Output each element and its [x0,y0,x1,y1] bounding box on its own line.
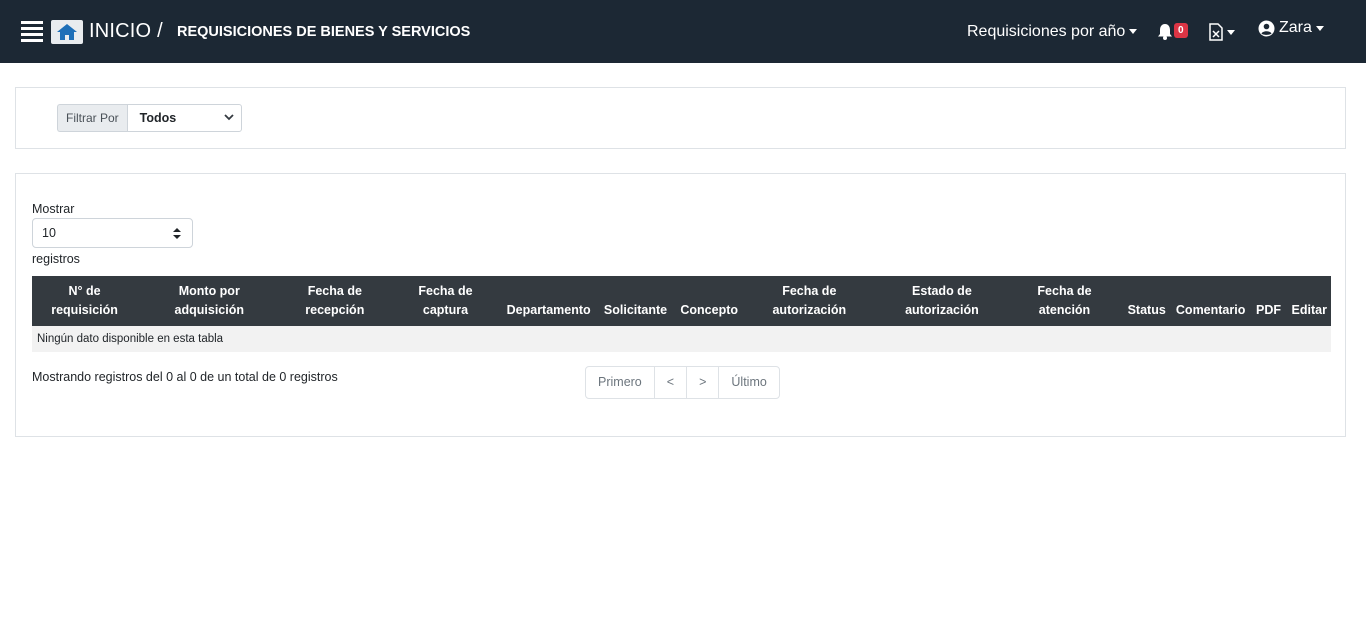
sort-updown-icon [173,228,181,239]
column-header[interactable]: PDF [1249,276,1288,326]
column-header[interactable]: Fecha de autorización [742,276,877,326]
column-header[interactable]: Solicitante [594,276,677,326]
column-header[interactable]: N° de requisición [32,276,138,326]
show-label: Mostrar [32,202,75,216]
requisitions-table: N° de requisición Monto por adquisición Fe… [32,276,1331,352]
chevron-down-icon [1227,29,1235,35]
chevron-down-icon [1129,29,1138,35]
bell-icon[interactable] [1157,23,1173,45]
first-page-button[interactable]: Primero [585,366,655,399]
pagination: Primero < > Último [585,366,780,399]
filter-select[interactable]: Todos [126,104,242,132]
chevron-down-icon [1315,25,1324,31]
column-header[interactable]: Fecha de atención [1007,276,1122,326]
records-label: registros [32,252,80,266]
column-header[interactable]: Editar [1287,276,1331,326]
column-header[interactable]: Concepto [676,276,743,326]
year-menu-label: Requisiciones por año [967,23,1126,40]
top-navbar: INICIO / REQUISICIONES DE BIENES Y SERVI… [0,0,1366,63]
filter-card: Filtrar Por Todos [15,87,1346,149]
table-info: Mostrando registros del 0 al 0 de un tot… [32,370,338,384]
year-menu-dropdown[interactable]: Requisiciones por año [967,23,1138,41]
column-header[interactable]: Fecha de captura [388,276,503,326]
column-header[interactable]: Fecha de recepción [281,276,389,326]
table-card: Mostrar 10 registros N° de requisición Mo… [15,173,1346,437]
column-header[interactable]: Departamento [502,276,595,326]
last-page-button[interactable]: Último [718,366,780,399]
user-name: Zara [1279,19,1312,36]
home-breadcrumb-link[interactable]: INICIO / [89,20,163,43]
empty-table-message: Ningún dato disponible en esta tabla [32,326,1331,352]
export-dropdown[interactable] [1209,23,1235,41]
previous-page-button[interactable]: < [653,366,688,399]
page-length-value: 10 [42,226,56,240]
column-header[interactable]: Status [1121,276,1172,326]
excel-file-icon [1209,23,1223,41]
column-header[interactable]: Monto por adquisición [137,276,282,326]
table-row: Ningún dato disponible en esta tabla [32,326,1331,352]
table-header-row: N° de requisición Monto por adquisición Fe… [32,276,1331,326]
filter-label: Filtrar Por [57,104,127,132]
menu-icon[interactable] [21,21,43,43]
home-icon[interactable] [51,20,83,44]
user-circle-icon [1258,20,1275,36]
column-header[interactable]: Estado de autorización [876,276,1008,326]
notification-count-badge: 0 [1174,23,1188,38]
page-title: REQUISICIONES DE BIENES Y SERVICIOS [177,24,471,40]
next-page-button[interactable]: > [686,366,720,399]
column-header[interactable]: Comentario [1171,276,1250,326]
filter-group: Filtrar Por Todos [57,104,242,132]
filter-selected-value: Todos [139,111,177,125]
user-menu-dropdown[interactable]: Zara [1258,19,1324,37]
page-length-select[interactable]: 10 [32,218,193,248]
chevron-down-icon [224,114,234,121]
